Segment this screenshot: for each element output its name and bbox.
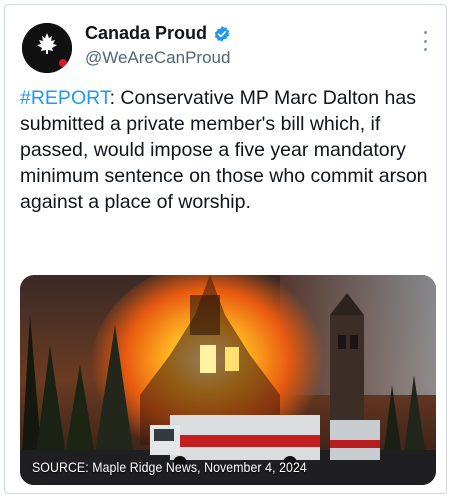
avatar[interactable] (22, 23, 72, 73)
more-dot (423, 31, 427, 34)
more-dot (423, 48, 427, 51)
author-row: Canada Proud (85, 23, 231, 44)
church-fire-photo (20, 275, 436, 485)
verified-badge-icon (214, 25, 230, 42)
tweet-media[interactable]: SOURCE: Maple Ridge News, November 4, 20… (20, 275, 436, 485)
canada-proud-logo-icon (22, 23, 72, 73)
tweet-text: #REPORT: Conservative MP Marc Dalton has… (20, 85, 440, 215)
more-dot (423, 39, 427, 43)
media-caption: SOURCE: Maple Ridge News, November 4, 20… (32, 459, 307, 475)
tweet-card: Canada Proud @WeAreCanProud #REPORT: Con… (4, 4, 447, 494)
author-handle[interactable]: @WeAreCanProud (85, 48, 230, 68)
more-options-icon[interactable] (422, 31, 428, 51)
author-name[interactable]: Canada Proud (85, 23, 207, 44)
hashtag-link[interactable]: #REPORT (20, 87, 110, 109)
